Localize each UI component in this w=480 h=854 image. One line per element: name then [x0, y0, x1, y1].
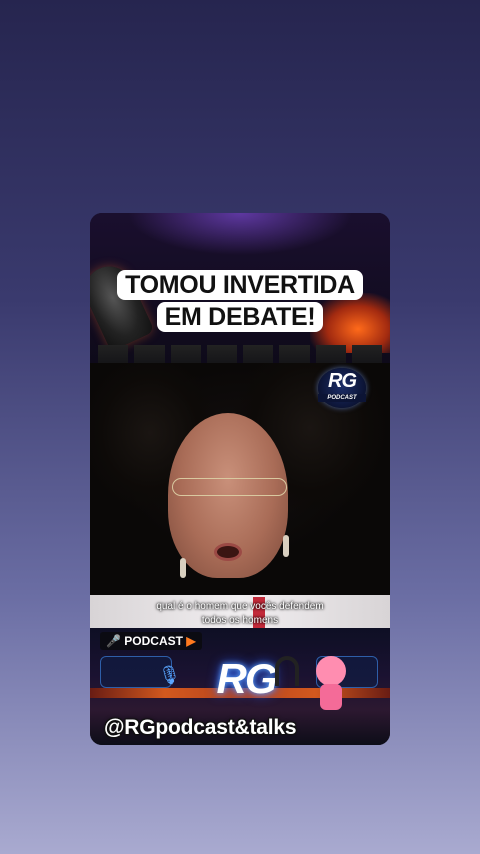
video-subtitle: qual é o homem que vocês defendem todos …	[90, 600, 390, 628]
speaker-mouth	[214, 543, 242, 561]
rg-podcast-logo-badge: RG PODCAST	[318, 368, 366, 408]
badge-logo-text: RG	[328, 370, 357, 392]
badge-caption: PODCAST	[318, 394, 366, 402]
podcast-tag-label: PODCAST	[124, 634, 183, 648]
podcast-footer-banner: 🎤 PODCAST ▶ 🎙 RG @RGpodcast&talks	[90, 628, 390, 745]
play-icon: ▶	[186, 634, 196, 648]
microphone-icon: 🎤	[106, 634, 121, 648]
earring-right	[283, 535, 289, 557]
microphone-icon: 🎙	[158, 665, 181, 685]
channel-handle: @RGpodcast&talks	[104, 716, 297, 739]
subtitle-line-1: qual é o homem que vocês defendem	[156, 601, 324, 612]
headline-line-2: EM DEBATE!	[156, 302, 324, 332]
headline-line-1: TOMOU INVERTIDA	[117, 270, 363, 300]
mascot-character	[310, 656, 352, 712]
podcast-tag: 🎤 PODCAST ▶	[100, 632, 202, 650]
footer-rg-logo: RG	[216, 655, 278, 702]
video-card[interactable]: TOMOU INVERTIDA EM DEBATE! RG PODCAST qu…	[90, 213, 390, 745]
earring-left	[180, 558, 186, 578]
speaker-glasses	[172, 478, 287, 496]
subtitle-line-2: todos os homens	[201, 615, 279, 626]
headphones-icon	[275, 656, 299, 686]
video-headline: TOMOU INVERTIDA EM DEBATE!	[90, 270, 390, 332]
